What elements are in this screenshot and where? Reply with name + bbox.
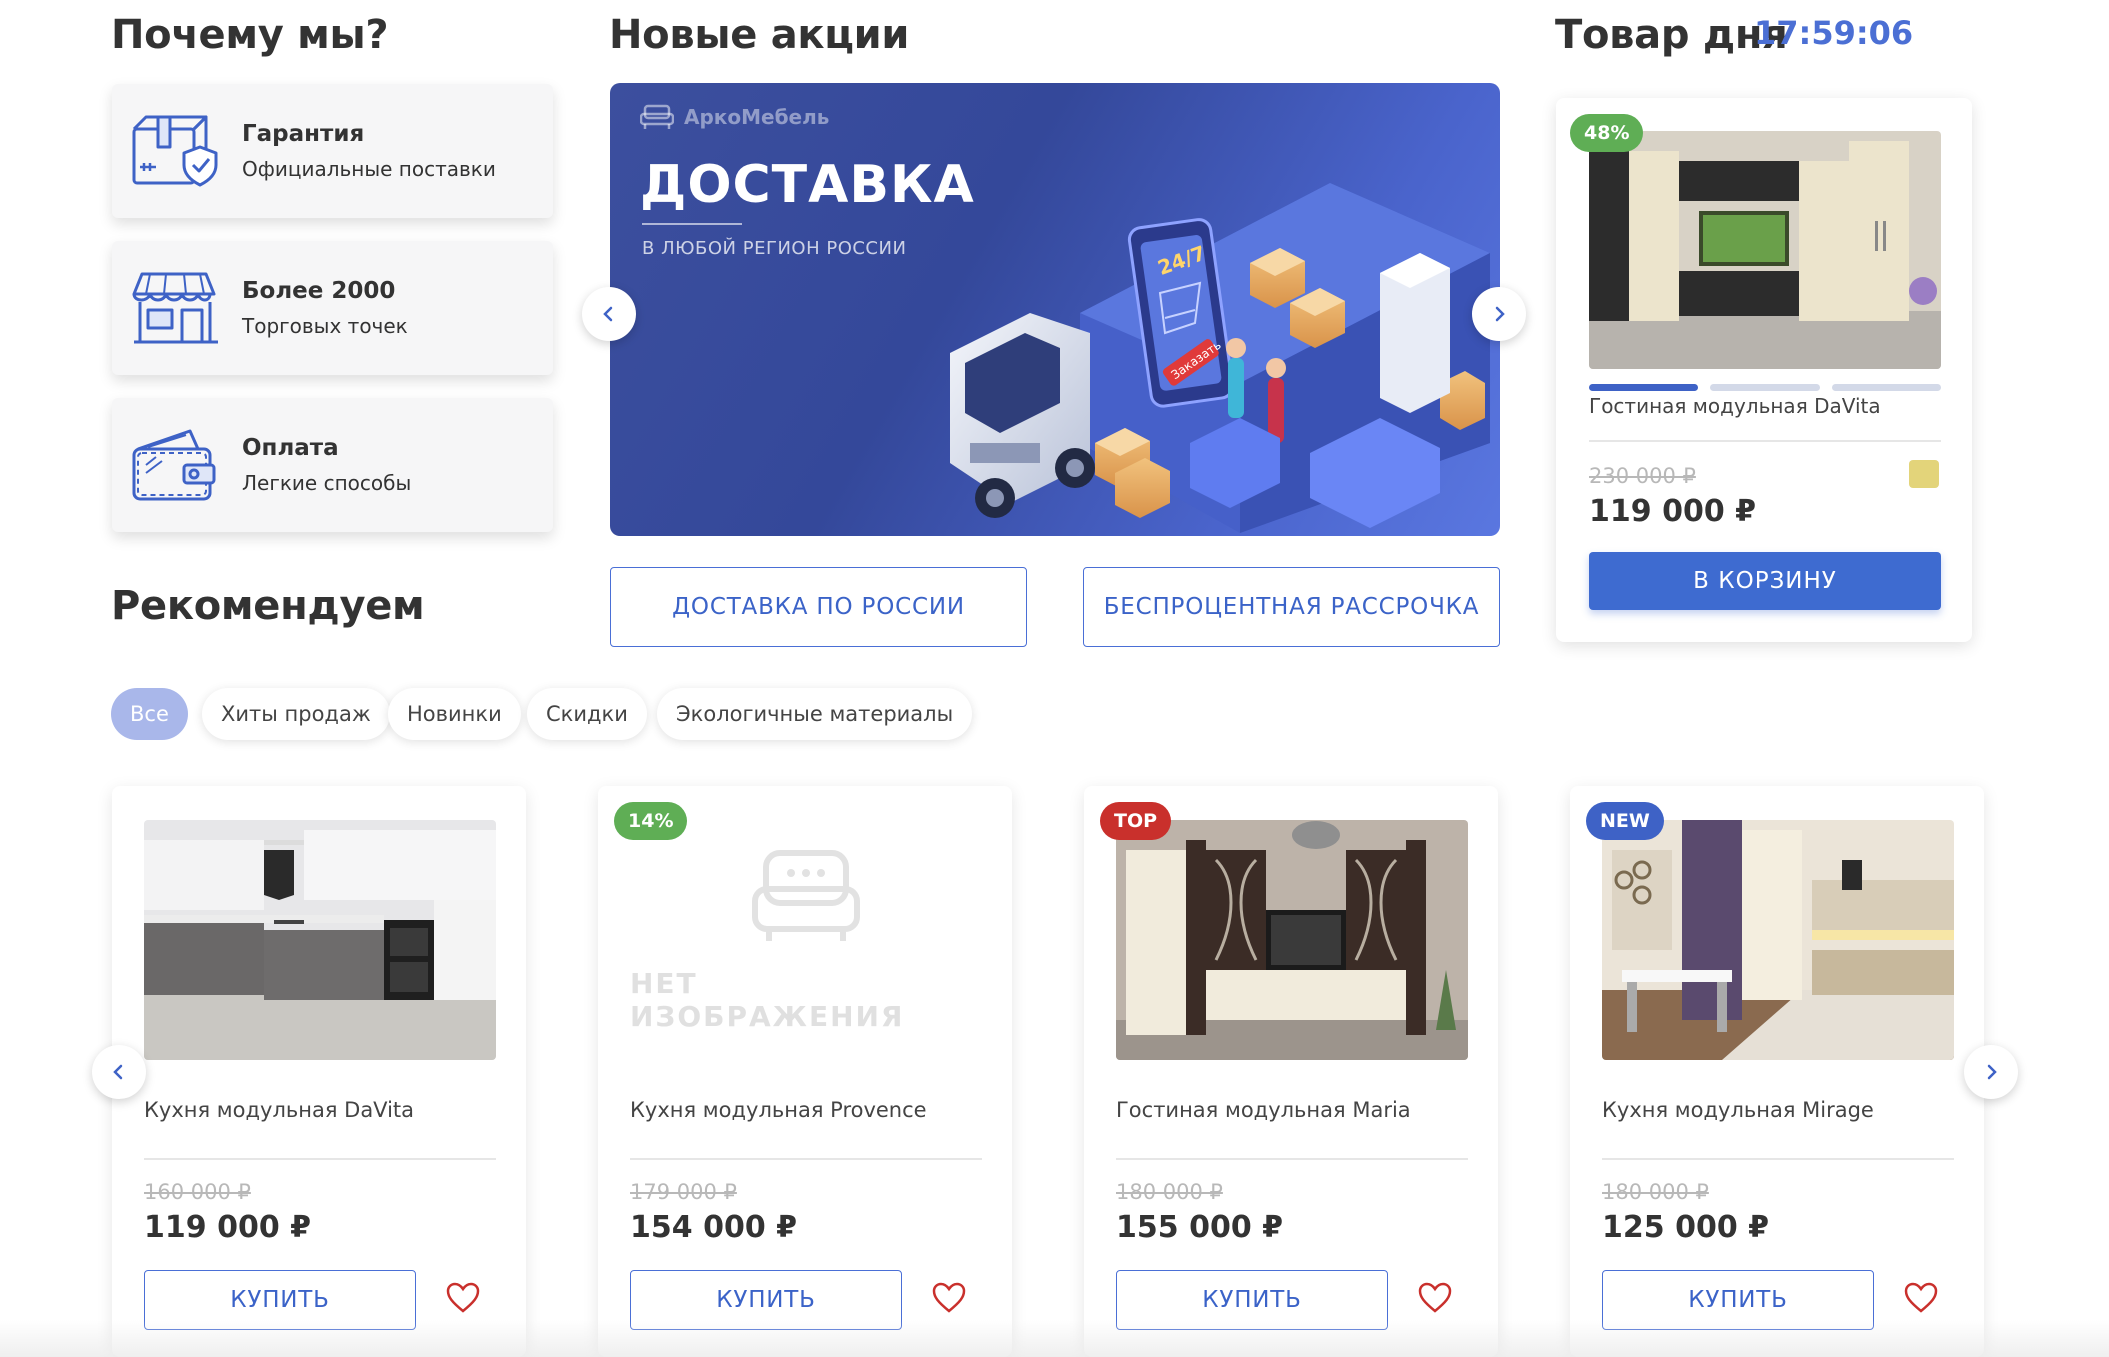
new-badge: NEW [1586,802,1664,840]
divider [144,1158,496,1160]
chevron-left-icon [603,306,613,322]
color-swatch[interactable] [1909,460,1939,488]
product-name[interactable]: Кухня модульная Mirage [1602,1098,1874,1122]
heart-icon[interactable] [446,1282,480,1314]
banner-divider [642,223,742,225]
store-icon [128,268,224,348]
dot[interactable] [1831,384,1941,391]
delivery-russia-button[interactable]: ДОСТАВКА ПО РОССИИ [610,567,1027,647]
chevron-right-icon [1987,1064,1997,1080]
product-old-price: 180 000 ₽ [1602,1180,1709,1204]
product-name[interactable]: Гостиная модульная Maria [1116,1098,1411,1122]
product-card: НЕТ ИЗОБРАЖЕНИЯ 14% Кухня модульная Prov… [598,786,1012,1357]
products-prev-button[interactable] [92,1045,146,1099]
why-item-title: Гарантия [242,121,365,147]
deal-old-price: 230 000 ₽ [1589,464,1696,488]
divider [1116,1158,1468,1160]
divider [630,1158,982,1160]
heart-icon[interactable] [932,1282,966,1314]
why-item-subtitle: Официальные поставки [242,157,496,181]
recommend-title: Рекомендуем [111,583,425,629]
product-card: Кухня модульная DaVita 160 000 ₽ 119 000… [112,786,526,1357]
why-item-title: Оплата [242,435,339,461]
product-price: 154 000 ₽ [630,1210,798,1245]
filter-all[interactable]: Все [111,688,188,740]
product-image[interactable] [144,820,496,1060]
filter-discounts[interactable]: Скидки [527,688,647,740]
banner-prev-button[interactable] [582,287,636,341]
product-old-price: 180 000 ₽ [1116,1180,1223,1204]
why-item-title: Более 2000 [242,278,396,304]
product-card: NEW Кухня модульная Mirage 180 000 ₽ 125… [1570,786,1984,1357]
product-image[interactable] [1116,820,1468,1060]
deal-product-name[interactable]: Гостиная модульная DaVita [1589,394,1881,418]
filter-new[interactable]: Новинки [388,688,521,740]
product-name[interactable]: Кухня модульная DaVita [144,1098,414,1122]
heart-icon[interactable] [1904,1282,1938,1314]
deal-image-dots[interactable] [1589,384,1941,391]
promo-banner[interactable]: АркоМебель ДОСТАВКА В ЛЮБОЙ РЕГИОН РОССИ… [610,83,1500,536]
product-old-price: 179 000 ₽ [630,1180,737,1204]
products-next-button[interactable] [1964,1045,2018,1099]
deal-discount-badge: 48% [1570,114,1644,152]
product-name[interactable]: Кухня модульная Provence [630,1098,927,1122]
add-to-cart-button[interactable]: В КОРЗИНУ [1589,552,1941,610]
why-card-payment: Оплата Легкие способы [112,398,553,532]
product-old-price: 160 000 ₽ [144,1180,251,1204]
wallet-icon [128,425,224,505]
promo-title: Новые акции [609,12,910,58]
chevron-right-icon [1495,306,1505,322]
deal-card: 48% Гостиная модульная DaVita 230 000 ₽ … [1556,98,1972,642]
why-item-subtitle: Легкие способы [242,471,412,495]
chevron-left-icon [113,1064,123,1080]
banner-subline: В ЛЮБОЙ РЕГИОН РОССИИ [642,238,907,259]
product-price: 119 000 ₽ [144,1210,312,1245]
discount-badge: 14% [614,802,688,840]
filter-bestsellers[interactable]: Хиты продаж [202,688,390,740]
product-image[interactable] [1602,820,1954,1060]
banner-brand: АркоМебель [640,103,829,131]
product-card: TOP Гостиная модульная Maria 180 000 ₽ 1… [1084,786,1498,1357]
installment-button[interactable]: БЕСПРОЦЕНТНАЯ РАССРОЧКА [1083,567,1500,647]
banner-brand-name: АркоМебель [684,105,830,129]
bottom-fade [0,1320,2109,1357]
banner-next-button[interactable] [1472,287,1526,341]
no-image-text: НЕТ ИЗОБРАЖЕНИЯ [630,967,905,1033]
why-item-subtitle: Торговых точек [242,314,408,338]
delivery-illustration: 24/7 Заказать [950,183,1490,533]
divider [1589,440,1941,442]
deal-image[interactable] [1589,131,1941,369]
divider [1602,1158,1954,1160]
deal-title: Товар дня [1555,12,1788,58]
why-title: Почему мы? [111,12,389,58]
filter-eco[interactable]: Экологичные материалы [657,688,973,740]
no-image-placeholder[interactable]: НЕТ ИЗОБРАЖЕНИЯ [630,820,982,1060]
dot[interactable] [1710,384,1820,391]
why-card-guarantee: Гарантия Официальные поставки [112,84,553,218]
sofa-icon [752,850,860,941]
top-badge: TOP [1100,802,1172,840]
why-card-stores: Более 2000 Торговых точек [112,241,553,375]
deal-timer: 17:59:06 [1754,14,1914,52]
product-price: 125 000 ₽ [1602,1210,1770,1245]
dot-active[interactable] [1589,384,1699,391]
box-shield-icon [128,111,224,191]
product-price: 155 000 ₽ [1116,1210,1284,1245]
heart-icon[interactable] [1418,1282,1452,1314]
deal-price: 119 000 ₽ [1589,494,1757,529]
sofa-icon [640,104,674,129]
